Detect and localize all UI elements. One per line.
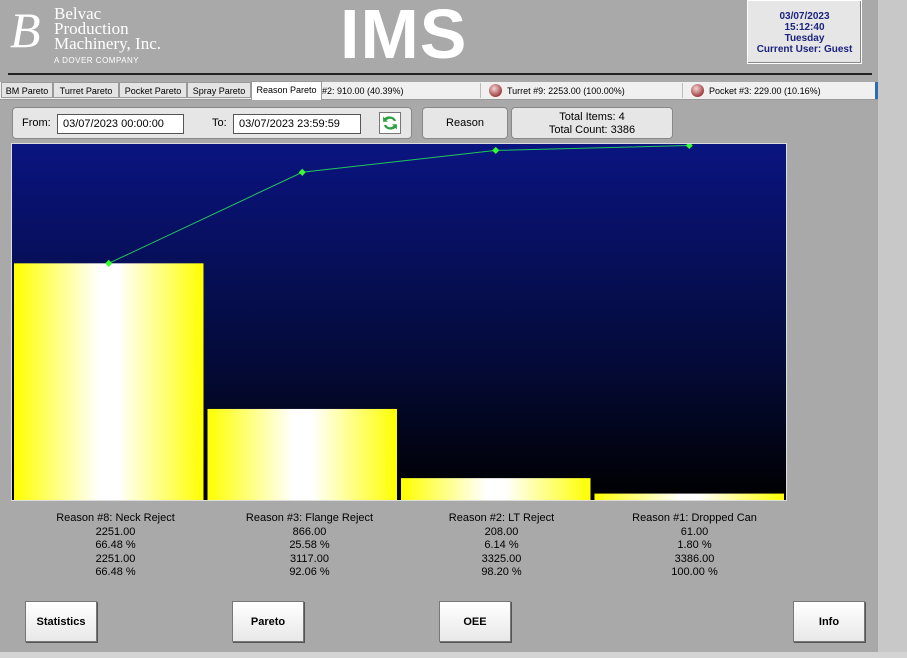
stat-cumulative: 3325.00 — [481, 552, 522, 565]
ticker-divider — [682, 83, 683, 98]
stat-count: 2251.00 — [95, 525, 136, 538]
ticker-item: Turret #9: 2253.00 (100.00%) — [489, 83, 625, 98]
reason-button[interactable]: Reason — [422, 107, 508, 139]
info-button[interactable]: Info — [793, 601, 865, 642]
stat-reason: Reason #1: Dropped Can — [632, 512, 757, 524]
stat-reason: Reason #3: Flange Reject — [245, 512, 374, 524]
stat-cumulative-percent: 98.20 % — [481, 566, 522, 578]
stat-count: 866.00 — [292, 525, 327, 538]
pareto-chart — [11, 143, 787, 501]
ticker-scrollbar[interactable] — [875, 82, 878, 99]
stat-cumulative-percent: 100.00 % — [671, 566, 718, 578]
pareto-bar — [14, 263, 204, 500]
stat-reason: Reason #2: LT Reject — [448, 512, 555, 524]
stat-cumulative: 2251.00 — [95, 552, 136, 565]
statistics-button[interactable]: Statistics — [25, 601, 97, 642]
cumulative-point — [492, 146, 500, 154]
current-user: Current User: Guest — [756, 44, 853, 55]
pareto-bar — [401, 478, 591, 500]
tab-turret-pareto[interactable]: Turret Pareto — [53, 82, 119, 98]
to-label: To: — [212, 117, 227, 129]
ticker-divider — [480, 83, 481, 98]
stats-column-3: Reason #2: LT Reject 208.00 6.14 % 3325.… — [405, 512, 598, 580]
status-light-icon — [489, 84, 502, 97]
stat-cumulative-percent: 66.48 % — [95, 566, 136, 578]
logo-subtext: A DOVER COMPANY — [54, 56, 140, 65]
pareto-button[interactable]: Pareto — [232, 601, 304, 642]
stat-count: 61.00 — [680, 525, 709, 538]
oee-button[interactable]: OEE — [439, 601, 511, 642]
cumulative-point — [685, 144, 693, 150]
current-date: 03/07/2023 — [779, 11, 830, 22]
tab-pocket-pareto[interactable]: Pocket Pareto — [119, 82, 187, 98]
total-items: Total Items: 4 — [559, 111, 625, 123]
app-title: IMS — [340, 0, 468, 73]
stat-percent: 1.80 % — [677, 539, 712, 551]
stats-column-4: Reason #1: Dropped Can 61.00 1.80 % 3386… — [598, 512, 791, 580]
stat-cumulative: 3386.00 — [674, 552, 715, 565]
pareto-bar — [207, 408, 397, 500]
logo-text: Belvac Production Machinery, Inc. — [54, 4, 161, 53]
tab-bm-pareto[interactable]: BM Pareto — [1, 82, 53, 98]
tab-spray-pareto[interactable]: Spray Pareto — [187, 82, 251, 98]
tab-reason-pareto[interactable]: Reason Pareto — [251, 81, 322, 100]
from-label: From: — [22, 117, 51, 129]
refresh-icon — [383, 116, 397, 130]
stats-column-1: Reason #8: Neck Reject 2251.00 66.48 % 2… — [19, 512, 212, 580]
refresh-button[interactable] — [379, 112, 401, 134]
pareto-bar — [594, 493, 784, 500]
ticker-item: #2: 910.00 (40.39%) — [322, 86, 404, 96]
current-time: 15:12:40 — [784, 22, 825, 33]
from-date-field[interactable]: 03/07/2023 00:00:00 — [57, 114, 184, 134]
stat-percent: 25.58 % — [289, 539, 330, 551]
pareto-chart-svg — [14, 144, 784, 500]
ticker-item: Pocket #3: 229.00 (10.16%) — [691, 83, 821, 98]
current-day: Tuesday — [784, 33, 825, 44]
to-date-field[interactable]: 03/07/2023 23:59:59 — [233, 114, 361, 134]
header-divider — [8, 73, 872, 75]
totals-panel: Total Items: 4 Total Count: 3386 — [511, 107, 673, 139]
cumulative-line — [108, 145, 690, 264]
stat-count: 208.00 — [484, 525, 519, 538]
stats-column-2: Reason #3: Flange Reject 866.00 25.58 % … — [213, 512, 406, 580]
logo-letter: B — [10, 2, 41, 58]
cumulative-point — [298, 168, 306, 176]
stat-percent: 6.14 % — [484, 539, 519, 551]
stat-reason: Reason #8: Neck Reject — [56, 512, 175, 524]
company-logo: B Belvac Production Machinery, Inc. A DO… — [8, 4, 198, 70]
stat-cumulative: 3117.00 — [290, 552, 329, 565]
status-light-icon — [691, 84, 704, 97]
total-count: Total Count: 3386 — [548, 124, 636, 136]
status-info-box: 03/07/2023 15:12:40 Tuesday Current User… — [747, 0, 862, 64]
window-edge — [878, 0, 907, 658]
stat-cumulative-percent: 92.06 % — [289, 566, 330, 578]
stat-percent: 66.48 % — [95, 539, 136, 551]
window-bottom-edge — [0, 652, 907, 658]
